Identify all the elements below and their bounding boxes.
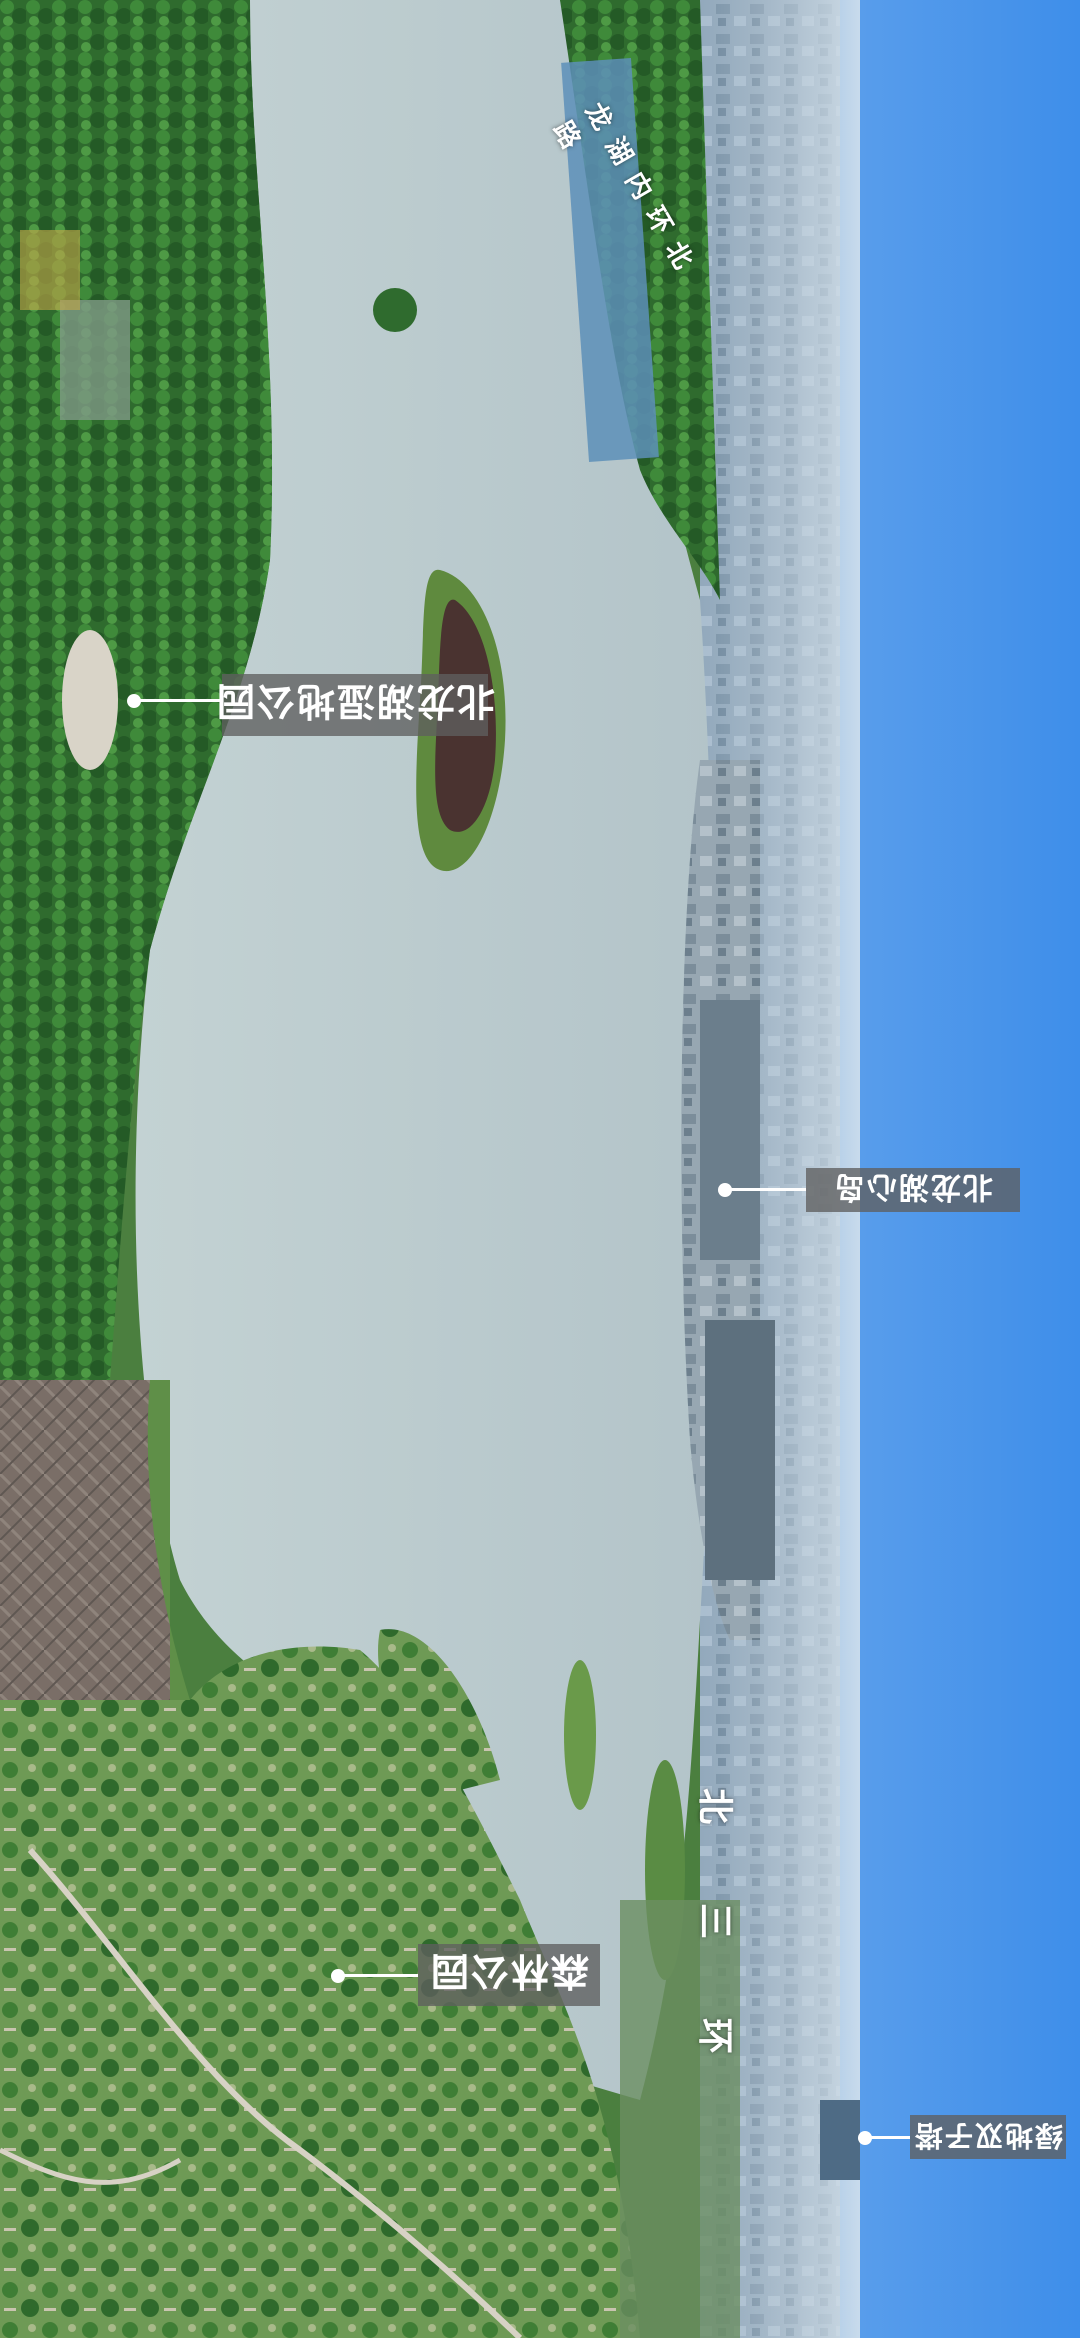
marker-dot-wetland-park [127,694,141,708]
label-forest-park: 森林公园 [418,1944,600,2006]
road-label-north-third-ring-2: 三 [694,1902,737,1940]
marker-dot-heart-island [718,1183,732,1197]
label-heart-island: 北龙湖心岛 [806,1168,1020,1212]
leader-line-wetland-park [134,699,222,702]
label-twin-towers: 绿地双子塔 [910,2115,1066,2159]
leader-line-twin-towers [866,2136,910,2139]
road-label-north-third-ring-1: 北 [694,1787,737,1825]
marker-dot-forest-park [331,1969,345,1983]
road-label-north-third-ring-3: 环 [694,2017,737,2055]
marker-dot-twin-towers [858,2131,872,2145]
leader-line-forest-park [340,1974,418,1977]
leader-line-heart-island [726,1188,806,1191]
aerial-photo: 北龙湖湿地公园 北龙湖心岛 森林公园 绿地双子塔 龙湖内环北路 北 三 环 [0,0,1080,2338]
label-wetland-park: 北龙湖湿地公园 [215,674,495,736]
